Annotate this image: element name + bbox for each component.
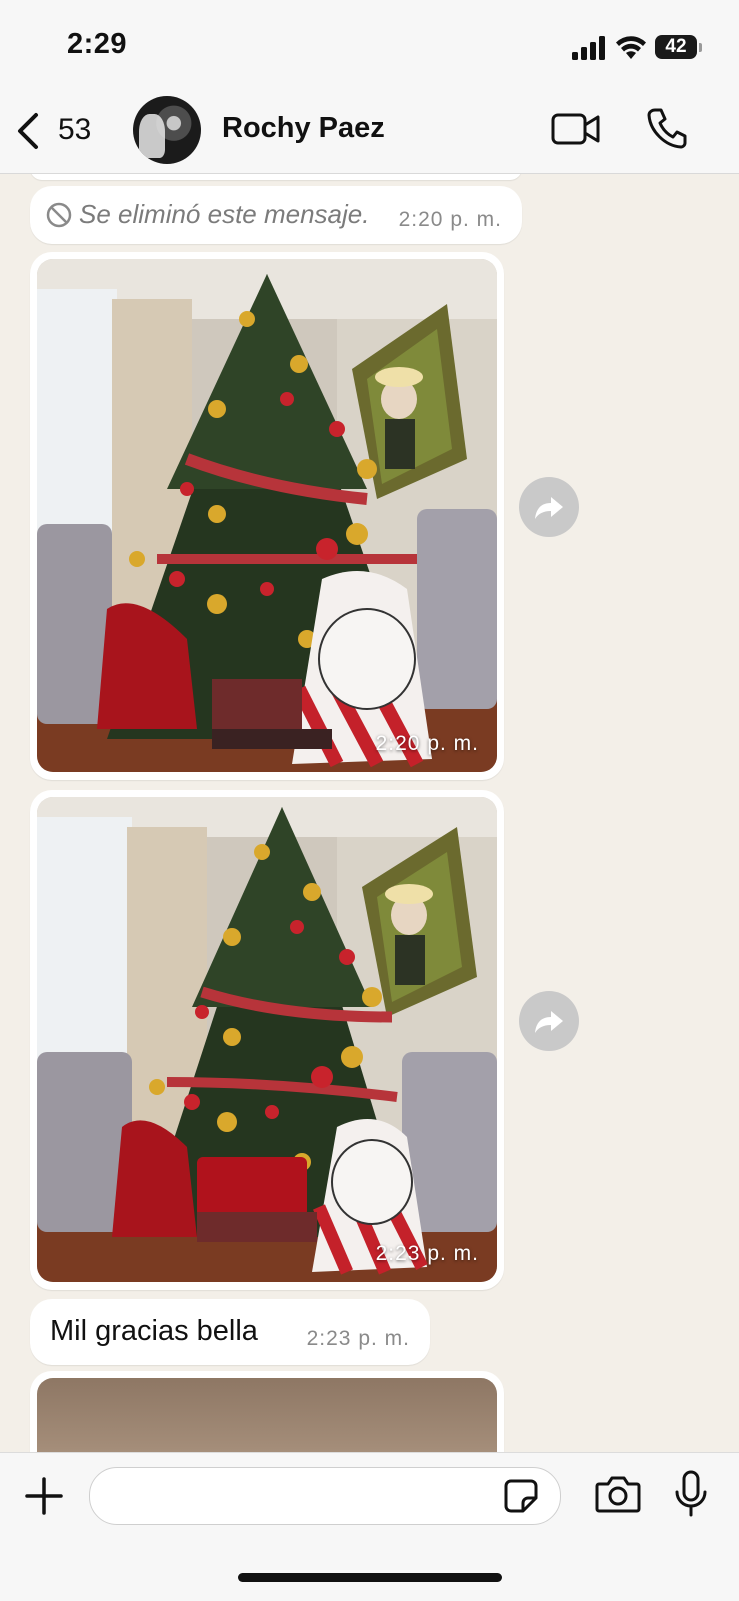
message-input[interactable] bbox=[89, 1467, 561, 1525]
image-message-bubble[interactable]: 2:23 p. m. bbox=[30, 790, 504, 1290]
text-message-bubble[interactable]: Mil gracias bella 2:23 p. m. bbox=[30, 1299, 430, 1365]
unread-count[interactable]: 53 bbox=[58, 113, 91, 147]
message-time: 2:20 p. m. bbox=[375, 732, 479, 755]
christmas-tree-photo[interactable]: 2:23 p. m. bbox=[37, 797, 497, 1282]
composer-bar bbox=[0, 1452, 739, 1601]
deleted-message-bubble[interactable]: Se eliminó este mensaje. 2:20 p. m. bbox=[30, 186, 522, 244]
avatar[interactable] bbox=[133, 96, 201, 164]
wifi-icon bbox=[616, 36, 646, 59]
deleted-message-text: Se eliminó este mensaje. bbox=[79, 199, 370, 229]
forward-button[interactable] bbox=[519, 991, 579, 1051]
message-time: 2:20 p. m. bbox=[398, 208, 502, 231]
home-indicator bbox=[238, 1573, 502, 1582]
message-time: 2:23 p. m. bbox=[375, 1242, 479, 1265]
christmas-tree-photo[interactable]: 2:20 p. m. bbox=[37, 259, 497, 772]
contact-name[interactable]: Rochy Paez bbox=[222, 112, 385, 145]
battery-level: 42 bbox=[665, 36, 687, 57]
status-time: 2:29 bbox=[67, 28, 128, 60]
chat-header: 53 Rochy Paez bbox=[0, 95, 739, 174]
cellular-signal-icon bbox=[572, 36, 605, 60]
ban-icon bbox=[46, 202, 72, 228]
message-text: Mil gracias bella bbox=[50, 1315, 258, 1347]
plus-icon[interactable] bbox=[25, 1477, 63, 1515]
message-time: 2:23 p. m. bbox=[306, 1327, 410, 1350]
image-message-bubble[interactable] bbox=[30, 1371, 504, 1452]
forward-button[interactable] bbox=[519, 477, 579, 537]
forward-arrow-icon bbox=[535, 497, 563, 519]
chevron-left-icon[interactable] bbox=[14, 111, 44, 151]
photo-preview[interactable] bbox=[37, 1378, 497, 1452]
sticker-icon[interactable] bbox=[503, 1478, 539, 1514]
microphone-icon[interactable] bbox=[674, 1470, 708, 1518]
status-bar: 2:29 42 bbox=[0, 0, 739, 95]
message-list[interactable]: Se eliminó este mensaje. 2:20 p. m. 2:20… bbox=[0, 174, 739, 1452]
video-camera-icon[interactable] bbox=[551, 111, 601, 147]
forward-arrow-icon bbox=[535, 1011, 563, 1033]
battery-icon: 42 bbox=[655, 35, 703, 61]
phone-icon[interactable] bbox=[647, 107, 687, 149]
previous-message-bubble bbox=[30, 174, 522, 180]
image-message-bubble[interactable]: 2:20 p. m. bbox=[30, 252, 504, 780]
camera-icon[interactable] bbox=[595, 1475, 641, 1513]
